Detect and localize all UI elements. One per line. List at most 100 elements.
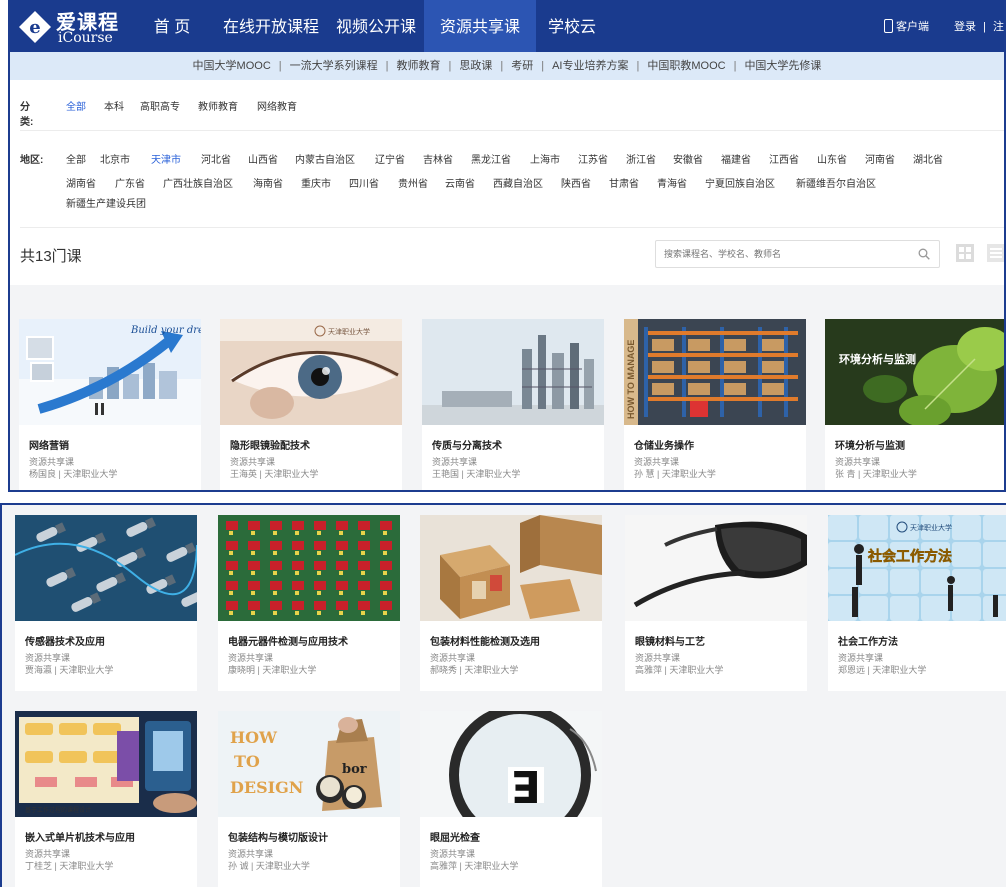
subnav-link[interactable]: 思政课 <box>459 60 492 72</box>
region-option[interactable]: 辽宁省 <box>375 151 405 166</box>
course-card[interactable]: 传感器技术及应用 资源共享课 贾海瀛 | 天津职业大学 <box>15 515 197 691</box>
course-card[interactable]: HOW TO MANAGE 仓储业务操作 资源共享课孙 慧 | 天津职业大学 <box>624 319 806 490</box>
region-option[interactable]: 湖南省 <box>66 175 96 190</box>
course-card[interactable]: 天津职业大学 隐形眼镜验配技术 资源共享课 王海英 | 天津职业大学 <box>220 319 402 490</box>
course-title[interactable]: 电器元器件检测与应用技术 <box>228 633 348 648</box>
course-title[interactable]: 环境分析与监测 <box>835 437 905 452</box>
grid-view-icon[interactable] <box>956 244 974 262</box>
course-card[interactable]: 基于工作过程的课程设计 嵌入式单片机技术与应用 资源共享课 丁桂芝 | 天津职业大学 <box>15 711 197 887</box>
course-title[interactable]: 眼镜材料与工艺 <box>635 633 705 648</box>
register-link[interactable]: 注册 <box>993 21 1004 33</box>
region-option[interactable]: 新疆生产建设兵团 <box>66 195 146 210</box>
region-option[interactable]: 山东省 <box>817 151 847 166</box>
course-card[interactable]: Build your dream网络营销资源共享课杨国良 | 天津职业大学 <box>19 319 201 490</box>
region-option[interactable]: 湖北省 <box>913 151 943 166</box>
course-title[interactable]: 包装材料性能检测及选用 <box>430 633 540 648</box>
region-option[interactable]: 广东省 <box>115 175 145 190</box>
region-option[interactable]: 上海市 <box>530 151 560 166</box>
client-download-link[interactable]: 客户端 <box>884 18 929 34</box>
course-thumbnail[interactable]: 天津职业大学 <box>220 319 402 425</box>
category-undergrad[interactable]: 本科 <box>104 98 124 113</box>
course-title[interactable]: 仓储业务操作 <box>634 437 694 452</box>
course-title[interactable]: 隐形眼镜验配技术 <box>230 437 310 452</box>
nav-resource-sharing[interactable]: 资源共享课 <box>424 0 536 52</box>
subnav-link[interactable]: AI专业培养方案 <box>552 60 628 72</box>
region-option[interactable]: 浙江省 <box>626 151 656 166</box>
region-option[interactable]: 内蒙古自治区 <box>295 151 355 166</box>
region-option[interactable]: 四川省 <box>349 175 379 190</box>
course-card[interactable]: HOW TO DESIGN bor 包装结构与模切版设计 资源共享课孙 诚 | 天津职业大… <box>218 711 400 887</box>
region-option[interactable]: 黑龙江省 <box>471 151 511 166</box>
region-option[interactable]: 广西壮族自治区 <box>163 175 233 190</box>
course-thumbnail[interactable]: 环境分析与监测 <box>825 319 1004 425</box>
course-thumbnail[interactable]: 天津职业大学 社会工作方法 <box>828 515 1006 621</box>
login-link[interactable]: 登录 <box>954 21 976 33</box>
subnav-link[interactable]: 一流大学系列课程 <box>290 60 378 72</box>
course-thumbnail[interactable]: HOW TO MANAGE <box>624 319 806 425</box>
region-option[interactable]: 新疆维吾尔自治区 <box>796 175 876 190</box>
category-teacher-ed[interactable]: 教师教育 <box>198 98 238 113</box>
region-option[interactable]: 青海省 <box>657 175 687 190</box>
course-thumbnail[interactable] <box>218 515 400 621</box>
nav-open-courses[interactable]: 在线开放课程 <box>215 0 327 52</box>
course-search[interactable] <box>655 240 940 268</box>
region-option[interactable]: 陕西省 <box>561 175 591 190</box>
region-option[interactable]: 宁夏回族自治区 <box>705 175 775 190</box>
region-option[interactable]: 江苏省 <box>578 151 608 166</box>
region-option[interactable]: 云南省 <box>445 175 475 190</box>
subnav-link[interactable]: 中国大学MOOC <box>193 60 271 72</box>
school-name-text: 天津职业大学 <box>910 523 952 532</box>
course-thumbnail[interactable]: E <box>420 711 602 817</box>
nav-home[interactable]: 首 页 <box>134 0 210 52</box>
course-card[interactable]: 电器元器件检测与应用技术 资源共享课 康晓明 | 天津职业大学 <box>218 515 400 691</box>
region-option[interactable]: 海南省 <box>253 175 283 190</box>
course-card[interactable]: 环境分析与监测 环境分析与监测 资源共享课张 青 | 天津职业大学 <box>825 319 1004 490</box>
course-title[interactable]: 网络营销 <box>29 437 69 452</box>
subnav-link[interactable]: 教师教育 <box>397 60 441 72</box>
search-input[interactable] <box>656 241 896 267</box>
region-option[interactable]: 福建省 <box>721 151 751 166</box>
region-option[interactable]: 河北省 <box>201 151 231 166</box>
icourse-logo[interactable]: e 爱课程 iCourse <box>18 6 148 48</box>
course-thumbnail[interactable]: Build your dream <box>19 319 201 425</box>
nav-school-cloud[interactable]: 学校云 <box>536 0 608 52</box>
course-title[interactable]: 社会工作方法 <box>838 633 898 648</box>
subnav-link[interactable]: 中国职教MOOC <box>647 60 725 72</box>
course-title[interactable]: 眼屈光检查 <box>430 829 480 844</box>
course-thumbnail[interactable] <box>420 515 602 621</box>
region-option[interactable]: 江西省 <box>769 151 799 166</box>
course-thumbnail[interactable]: 基于工作过程的课程设计 <box>15 711 197 817</box>
region-option[interactable]: 甘肃省 <box>609 175 639 190</box>
region-option[interactable]: 安徽省 <box>673 151 703 166</box>
subnav-link[interactable]: 考研 <box>511 60 533 72</box>
region-option[interactable]: 河南省 <box>865 151 895 166</box>
region-option[interactable]: 西藏自治区 <box>493 175 543 190</box>
region-option[interactable]: 吉林省 <box>423 151 453 166</box>
course-thumbnail[interactable] <box>15 515 197 621</box>
region-option[interactable]: 山西省 <box>248 151 278 166</box>
list-view-icon[interactable] <box>987 244 1005 262</box>
subnav-link[interactable]: 中国大学先修课 <box>744 60 821 72</box>
category-vocational[interactable]: 高职高专 <box>140 98 180 113</box>
region-option[interactable]: 重庆市 <box>301 175 331 190</box>
region-option[interactable]: 全部 <box>66 151 86 166</box>
category-online-ed[interactable]: 网络教育 <box>257 98 297 113</box>
course-card[interactable]: 传质与分离技术 资源共享课 王艳国 | 天津职业大学 <box>422 319 604 490</box>
course-title[interactable]: 传质与分离技术 <box>432 437 502 452</box>
course-card[interactable]: 天津职业大学 社会工作方法 社会工作方法 资源共享课 郑恩远 | 天津职业大学 <box>828 515 1006 691</box>
course-thumbnail[interactable] <box>625 515 807 621</box>
course-card[interactable]: 眼镜材料与工艺 资源共享课 高雅萍 | 天津职业大学 <box>625 515 807 691</box>
course-title[interactable]: 包装结构与模切版设计 <box>228 829 328 844</box>
course-title[interactable]: 传感器技术及应用 <box>25 633 105 648</box>
region-option[interactable]: 天津市 <box>151 151 181 166</box>
search-icon[interactable] <box>918 248 930 260</box>
category-all[interactable]: 全部 <box>66 98 86 113</box>
course-title[interactable]: 嵌入式单片机技术与应用 <box>25 829 135 844</box>
course-card[interactable]: 包装材料性能检测及选用 资源共享课 郝晓秀 | 天津职业大学 <box>420 515 602 691</box>
region-option[interactable]: 贵州省 <box>398 175 428 190</box>
nav-video-courses[interactable]: 视频公开课 <box>328 0 424 52</box>
course-thumbnail[interactable] <box>422 319 604 425</box>
course-thumbnail[interactable]: HOW TO DESIGN bor <box>218 711 400 817</box>
course-card[interactable]: E 眼屈光检查 资源共享课 高雅萍 | 天津职业大学 <box>420 711 602 887</box>
region-option[interactable]: 北京市 <box>100 151 130 166</box>
